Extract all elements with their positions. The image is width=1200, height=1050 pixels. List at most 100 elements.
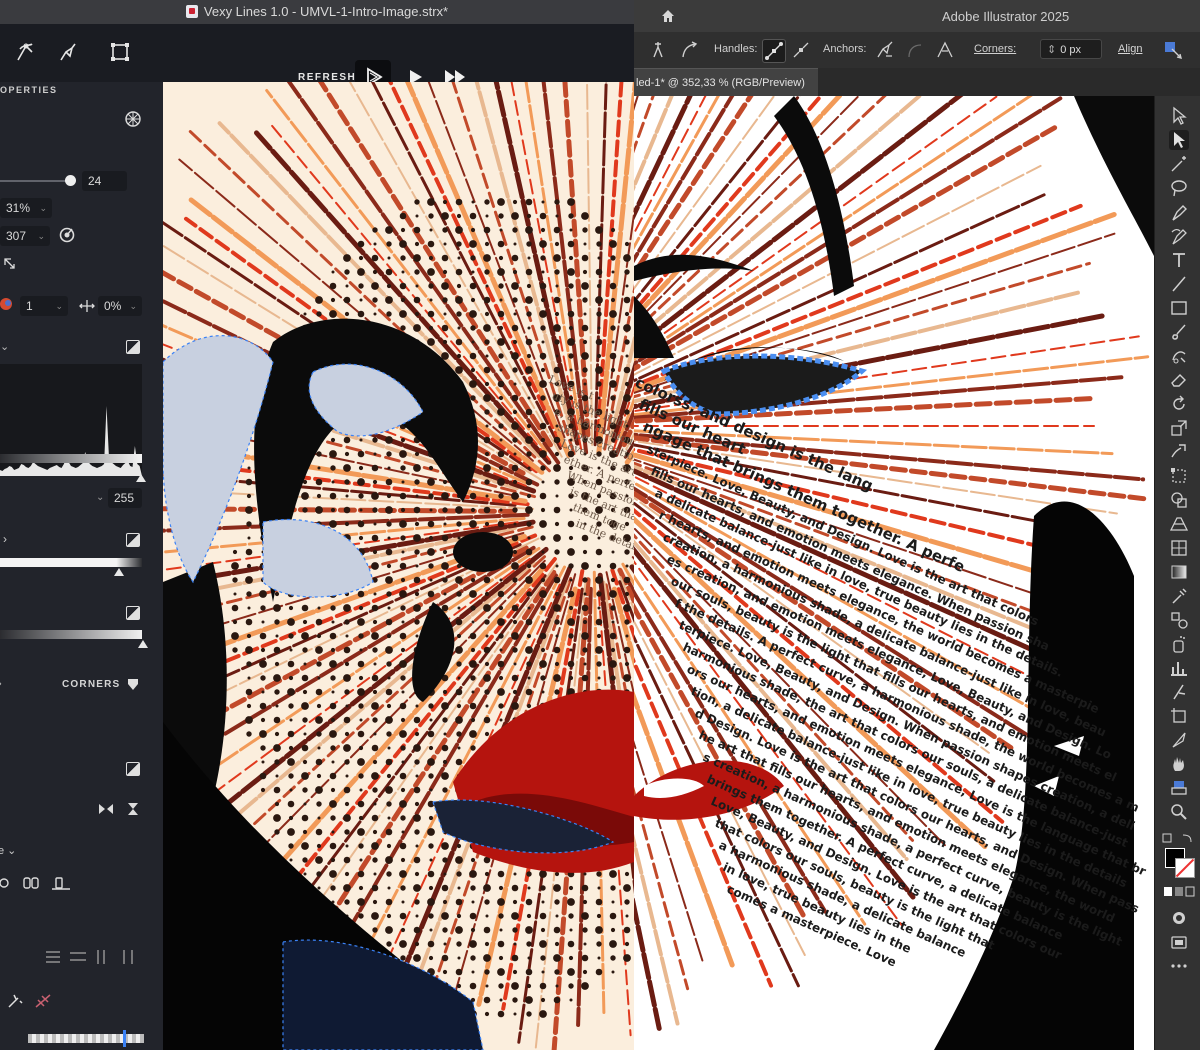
free-transform-tool-icon[interactable] xyxy=(1169,466,1189,486)
smooth-anchor-icon[interactable] xyxy=(678,39,700,61)
scale-tool-icon[interactable] xyxy=(1169,418,1189,438)
remove-anchor-icon[interactable] xyxy=(874,39,896,61)
color-mode-icons[interactable] xyxy=(1163,886,1195,898)
opacity-checker-slider[interactable] xyxy=(28,1034,144,1043)
opacity-slider-handle[interactable] xyxy=(123,1030,126,1047)
lasso-tool-icon[interactable] xyxy=(1169,178,1189,198)
section-toggle[interactable]: e ⌄ xyxy=(0,844,16,857)
zoom-tool-icon[interactable] xyxy=(1169,802,1189,822)
knife-tool-icon[interactable] xyxy=(1169,730,1189,750)
gradient-preset-icon[interactable] xyxy=(126,340,140,354)
chevron-down-icon[interactable]: ⌄ xyxy=(96,492,104,503)
eraser-tool-icon[interactable] xyxy=(1169,370,1189,390)
chevron-down-icon[interactable]: ⌄ xyxy=(55,296,63,316)
magic-wand-icons[interactable] xyxy=(6,992,56,1010)
chevron-icon[interactable]: › xyxy=(0,678,2,690)
color-swatch-icon[interactable] xyxy=(0,296,14,312)
hand-tool-icon[interactable] xyxy=(1169,754,1189,774)
show-handles-icon[interactable] xyxy=(762,39,786,63)
align-link[interactable]: Align xyxy=(1118,43,1142,55)
chevron-down-icon[interactable]: ⌄ xyxy=(39,198,47,218)
corners-icon[interactable] xyxy=(126,676,140,692)
slice-tool-icon[interactable] xyxy=(1169,682,1189,702)
selection-tool-icon[interactable] xyxy=(1169,106,1189,126)
histogram-gradient[interactable] xyxy=(0,454,142,463)
stepper-icon[interactable]: ⇕ xyxy=(1047,44,1056,56)
chevron-down-icon[interactable]: ⌄ xyxy=(37,226,45,246)
angle-field[interactable]: 307 ⌄ xyxy=(0,226,50,246)
perspective-grid-tool-icon[interactable] xyxy=(1169,514,1189,534)
direct-selection-tool-icon[interactable] xyxy=(1169,130,1189,150)
rectangle-tool-icon[interactable] xyxy=(1169,298,1189,318)
shift-arrows-icon[interactable] xyxy=(78,298,96,314)
path-mode-icons[interactable] xyxy=(0,874,76,892)
chevron-right-icon[interactable]: › xyxy=(3,532,7,546)
pen-tool-icon[interactable] xyxy=(56,40,80,64)
max-value-field[interactable]: 255 xyxy=(108,488,142,508)
distribute-icons[interactable] xyxy=(44,948,144,966)
corners-label-ai[interactable]: Corners: xyxy=(974,43,1016,55)
thickness-handle[interactable] xyxy=(138,640,148,648)
interval-slider-knob[interactable] xyxy=(65,175,76,186)
interval-field[interactable]: 24 xyxy=(82,171,127,191)
gradient-tool-icon[interactable] xyxy=(1169,562,1189,582)
transform-box-icon[interactable] xyxy=(108,40,132,64)
symbol-sprayer-tool-icon[interactable] xyxy=(1169,634,1189,654)
eyedropper-tool-icon[interactable] xyxy=(1169,586,1189,606)
tone-curve-gradient[interactable] xyxy=(0,558,142,567)
transform-small-icon[interactable] xyxy=(2,256,18,272)
document-tab[interactable]: led-1* @ 352,33 % (RGB/Preview) xyxy=(634,68,818,96)
swap-colors-icon[interactable] xyxy=(1161,832,1195,846)
halftone-dot xyxy=(414,941,420,947)
corners-value-field[interactable]: ⇕ 0 px xyxy=(1040,39,1102,59)
screen-mode-icon[interactable] xyxy=(1169,932,1189,952)
convert-anchor-icon[interactable] xyxy=(648,39,670,61)
illustrator-artboard[interactable]: colorss, and design is the lang fills our… xyxy=(634,96,1154,1050)
gradient-preset-icon[interactable] xyxy=(126,762,140,776)
shift-field[interactable]: 0% ⌄ xyxy=(98,296,142,316)
chevron-down-icon[interactable]: ⌄ xyxy=(129,296,137,316)
tone-handle[interactable] xyxy=(114,568,124,576)
shape-builder-tool-icon[interactable] xyxy=(1169,490,1189,510)
cut-path-icon[interactable] xyxy=(934,39,956,61)
cheek-shape-selected[interactable] xyxy=(262,518,374,598)
connect-anchor-icon[interactable] xyxy=(904,39,926,61)
column-graph-tool-icon[interactable] xyxy=(1169,658,1189,678)
white-point-handle[interactable] xyxy=(136,474,146,482)
halftone-dot xyxy=(497,268,505,276)
home-icon[interactable] xyxy=(660,8,676,24)
stroke-color-swatch[interactable] xyxy=(1175,858,1195,878)
line-tool-icon[interactable] xyxy=(1169,274,1189,294)
texture-wheel-icon[interactable] xyxy=(124,110,142,128)
type-tool-icon[interactable] xyxy=(1169,250,1189,270)
interval-slider-track[interactable] xyxy=(0,180,70,182)
isolate-icon[interactable] xyxy=(1162,39,1184,61)
draw-mode-icon[interactable] xyxy=(1169,908,1189,928)
hide-handles-icon[interactable] xyxy=(790,39,812,61)
pen-tool-icon[interactable] xyxy=(1169,202,1189,222)
opacity-field[interactable]: 31% ⌄ xyxy=(0,198,52,218)
gradient-preset-icon[interactable] xyxy=(126,533,140,547)
rotate-tool-icon[interactable] xyxy=(1169,394,1189,414)
print-tiling-tool-icon[interactable] xyxy=(1169,778,1189,798)
curvature-tool-icon[interactable] xyxy=(1169,226,1189,246)
paintbrush-tool-icon[interactable] xyxy=(1169,322,1189,342)
layers-value: 1 xyxy=(26,299,33,313)
pen-curve-tool-icon[interactable] xyxy=(14,40,38,64)
artboard-tool-icon[interactable] xyxy=(1169,706,1189,726)
magic-wand-tool-icon[interactable] xyxy=(1169,154,1189,174)
flip-icon[interactable] xyxy=(98,802,114,816)
gradient-preset-icon[interactable] xyxy=(126,606,140,620)
edit-toolbar-icon[interactable] xyxy=(1169,956,1189,976)
hourglass-icon[interactable] xyxy=(126,802,140,816)
thickness-gradient[interactable] xyxy=(0,630,142,639)
chevron-down-icon[interactable]: ⌄ xyxy=(0,340,9,353)
angle-dial-icon[interactable] xyxy=(58,226,76,244)
vexy-artwork-canvas[interactable]: Love is t uty is the light e, a harmonious… xyxy=(163,82,634,1050)
neck-shape-selected[interactable] xyxy=(282,939,484,1050)
mesh-tool-icon[interactable] xyxy=(1169,538,1189,558)
blend-tool-icon[interactable] xyxy=(1169,610,1189,630)
shaper-tool-icon[interactable] xyxy=(1169,346,1189,366)
warp-tool-icon[interactable] xyxy=(1169,442,1189,462)
layers-field[interactable]: 1 ⌄ xyxy=(20,296,68,316)
